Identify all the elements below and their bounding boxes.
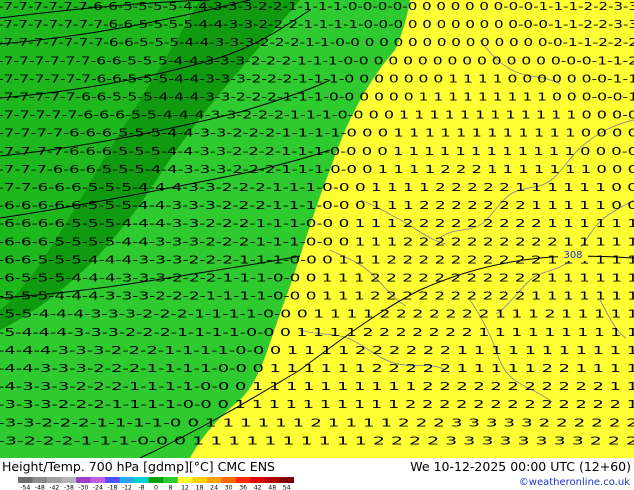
- grid-row: -6-6-6-5-5-5-5-4-4-3-3-3-2-2-2-1-1-1-0-0…: [0, 236, 634, 248]
- colorbar-segment: [163, 477, 179, 483]
- colorbar-tick-label: -48: [35, 485, 45, 490]
- grid-row: -7-7-7-7-7-7-6-6-5-5-5-4-4-3-3-3-2-2-2-1…: [0, 73, 634, 85]
- grid-row: -7-7-7-7-7-7-7-6-6-5-5-5-4-4-3-3-3-2-2-2…: [0, 37, 634, 49]
- grid-row: -7-7-7-7-7-6-6-5-5-5-4-4-4-3-3-2-2-2-1-1…: [0, 92, 634, 104]
- map-footer: Height/Temp. 700 hPa [gdmp][°C] CMC ENS …: [0, 458, 634, 490]
- grid-row: -7-7-7-7-7-6-6-6-5-5-4-4-4-3-3-2-2-2-1-1…: [0, 110, 634, 122]
- grid-row: -6-6-6-6-5-5-5-4-4-4-3-3-2-2-2-1-1-1-0-0…: [0, 218, 634, 230]
- colorbar-tick-label: -38: [64, 485, 74, 490]
- grid-row: -5-5-4-4-4-3-3-3-2-2-2-1-1-1-1-0-0 0 1 1…: [0, 309, 634, 321]
- grid-row: -5-4-4-4-3-3-3-2-2-2-1-1-1-1-0-0 0 1 1 1…: [0, 327, 634, 339]
- colorbar-segment: [206, 477, 222, 483]
- colorbar-tick-label: -24: [93, 485, 103, 490]
- colorbar-tick-label: -42: [49, 485, 59, 490]
- colorbar-tick-label: 8: [169, 485, 173, 490]
- colorbar-segment: [134, 477, 150, 483]
- colorbar-tick-label: 18: [196, 485, 204, 490]
- colorbar-tick-label: -12: [122, 485, 132, 490]
- grid-row: -5-5-5-4-4-4-3-3-3-2-2-2-1-1-1-1-0-0 0 1…: [0, 291, 634, 303]
- grid-row: -7-7-6-6-6-5-5-5-4-4-4-3-3-2-2-2-1-1-1-0…: [0, 182, 634, 194]
- grid-row: -7-7-7-7-7-7-6-6-5-5-5-4-4-3-3-3-2-2-2-1…: [0, 55, 634, 67]
- colorbar-segment: [47, 477, 62, 483]
- colorbar-tick-label: -18: [107, 485, 117, 490]
- colorbar-segment: [18, 477, 33, 483]
- colorbar-tick-label: 24: [210, 485, 218, 490]
- colorbar-segment: [279, 477, 294, 483]
- grid-row: -4-4-4-3-3-3-2-2-2-1-1-1-1-0-0 0 1 1 1 1…: [0, 345, 634, 357]
- colorbar-tick-label: -54: [20, 485, 30, 490]
- colorbar-tick-label: 42: [254, 485, 262, 490]
- grid-row: -4-4-3-3-3-2-2-2-1-1-1-1-0-0 0 1 1 1 1 1…: [0, 363, 634, 375]
- colorbar-segment: [221, 477, 237, 483]
- colorbar-tick-label: 12: [181, 485, 189, 490]
- colorbar-segment: [148, 477, 164, 483]
- colorbar-tick-label: 36: [239, 485, 247, 490]
- colorbar-tick-label: 48: [268, 485, 276, 490]
- colorbar-tick-label: -8: [138, 485, 144, 490]
- colorbar-segment: [192, 477, 208, 483]
- site-credit: ©weatheronline.co.uk: [518, 477, 630, 488]
- grid-row: -3-3-3-2-2-2-1-1-1-1-0-0 0 1 1 1 1 1 1 1…: [0, 399, 634, 411]
- grid-row: -7-7-7-7-7-7-6-6-5-5-5-5-4-4-3-3-3-2-2-1…: [0, 1, 634, 13]
- colorbar-segment: [90, 477, 106, 483]
- grid-row: -6-5-5-5-4-4-4-3-3-3-2-2-2-1-1-1-0-0 0 1…: [0, 273, 634, 285]
- colorbar-segment: [76, 477, 91, 483]
- grid-row: -7-7-7-7-6-6-6-5-5-5-4-4-3-3-2-2-2-1-1-1…: [0, 128, 634, 140]
- colorbar-segment: [32, 477, 48, 483]
- colorbar-tick-label: 30: [225, 485, 233, 490]
- map-title: Height/Temp. 700 hPa [gdmp][°C] CMC ENS: [2, 459, 275, 474]
- grid-row: -7-7-7-7-6-6-6-5-5-5-4-4-3-3-2-2-2-1-1-1…: [0, 146, 634, 158]
- colorbar-tick-label: 54: [283, 485, 291, 490]
- colorbar-segment: [235, 477, 251, 483]
- colorbar-tick-label: 0: [154, 485, 158, 490]
- colorbar-segment: [177, 477, 193, 483]
- grid-row: -4-3-3-3-2-2-2-1-1-1-1-0-0 0 1 1 1 1 1 1…: [0, 381, 634, 393]
- colorbar-segment: [105, 477, 120, 483]
- colorbar-segment: [119, 477, 135, 483]
- grid-row: -7-7-7-6-6-6-5-5-5-4-4-3-3-3-2-2-2-1-1-1…: [0, 164, 634, 176]
- colorbar-segment: [250, 477, 266, 483]
- grid-row: -3-3-2-2-2-1-1-1-1-0 0 1 1 1 1 1 1 2 1 1…: [0, 417, 634, 429]
- contour-label-308: 308: [558, 247, 588, 261]
- contour-label-text: 308: [563, 250, 582, 261]
- valid-time: We 10-12-2025 00:00 UTC (12+60): [410, 459, 631, 474]
- colorbar-tick-label: -30: [78, 485, 88, 490]
- grid-row: -7-7-7-7-7-7-7-6-6-5-5-5-5-4-4-3-3-2-2-2…: [0, 19, 634, 31]
- colorbar-segment: [264, 477, 280, 483]
- grid-row: -6-6-5-5-5-4-4-4-3-3-3-2-2-2-1-1-1-0-0 0…: [0, 254, 634, 266]
- grid-row: -3-2-2-2-1-1-1-0-0 0 1 1 1 1 1 1 1 1 1 1…: [0, 435, 634, 447]
- grid-row: -6-6-6-6-6-5-5-5-4-4-3-3-3-2-2-2-1-1-1-0…: [0, 200, 634, 212]
- colorbar-segment: [61, 477, 77, 483]
- colorbar: -54 -48 -42 -38 -30 -24 -18 -12 -8 0 8 12 18 24 30 36 42…: [18, 477, 294, 490]
- temperature-map: -7-7-7-7-7-7-6-6-5-5-5-5-4-4-3-3-3-2-2-1…: [0, 0, 634, 458]
